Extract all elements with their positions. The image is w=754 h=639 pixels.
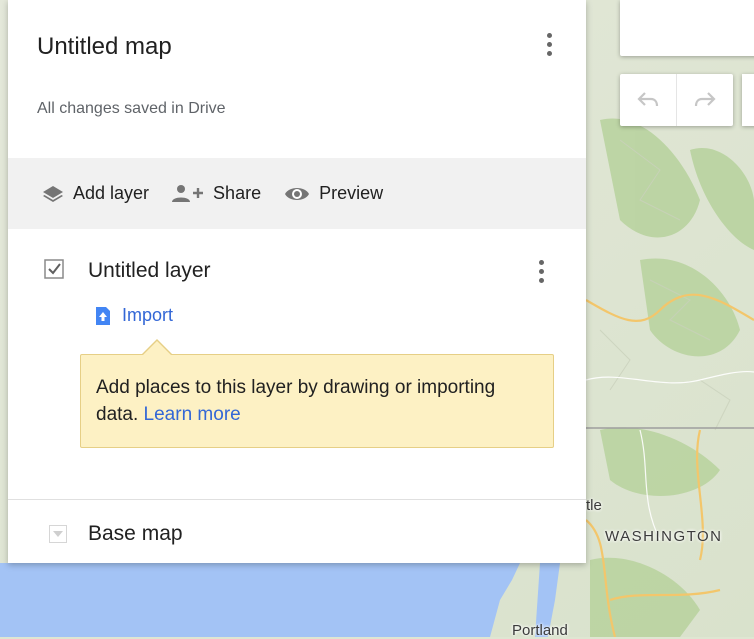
undo-button[interactable]: [620, 74, 676, 126]
tooltip-arrow-fill: [142, 341, 172, 356]
triangle-down-icon: [53, 531, 63, 537]
learn-more-link[interactable]: Learn more: [144, 404, 241, 425]
add-person-icon: [172, 184, 204, 202]
save-status: All changes saved in Drive: [37, 100, 226, 117]
share-label: Share: [213, 183, 262, 203]
add-layer-label: Add layer: [73, 183, 150, 203]
layers-icon: [43, 185, 63, 202]
map-city-label: tle: [586, 497, 602, 514]
map-side-panel: Untitled map All changes saved in Drive …: [8, 0, 586, 563]
redo-button[interactable]: [676, 74, 733, 126]
map-state-label: WASHINGTON: [605, 528, 723, 545]
undo-redo-controls: [620, 74, 733, 126]
share-button[interactable]: Share: [171, 183, 261, 204]
more-vert-icon-dot: [538, 268, 544, 274]
base-map-expand-toggle[interactable]: [49, 525, 67, 543]
more-vert-icon-dot: [546, 41, 552, 47]
file-upload-icon: [96, 306, 110, 325]
layer-section: Untitled layer Import Add places to this…: [8, 229, 586, 499]
layer-help-tooltip: Add places to this layer by drawing or i…: [80, 339, 554, 448]
import-label: Import: [122, 305, 174, 325]
base-map-label[interactable]: Base map: [88, 522, 183, 546]
panel-header: Untitled map All changes saved in Drive: [8, 0, 586, 158]
map-search-box[interactable]: [620, 0, 754, 56]
preview-button[interactable]: Preview: [283, 183, 383, 204]
layer-name[interactable]: Untitled layer: [88, 259, 211, 283]
more-vert-icon-dot: [546, 50, 552, 56]
map-title[interactable]: Untitled map: [37, 33, 172, 61]
undo-icon: [637, 92, 659, 107]
eye-icon: [285, 187, 310, 200]
base-map-row: Base map: [8, 500, 586, 562]
add-layer-button[interactable]: Add layer: [41, 183, 149, 204]
redo-icon: [694, 92, 716, 107]
layer-options-menu-button[interactable]: [529, 255, 553, 287]
more-vert-icon-dot: [538, 277, 544, 283]
panel-toolbar: Add layer Share Preview: [8, 158, 586, 229]
preview-label: Preview: [319, 183, 384, 203]
map-options-menu-button[interactable]: [537, 28, 561, 60]
map-city-label-portland: Portland: [512, 622, 568, 639]
import-link[interactable]: Import: [94, 305, 173, 326]
layer-visibility-checkbox[interactable]: [44, 259, 64, 279]
map-tool-button[interactable]: [742, 74, 754, 126]
more-vert-icon: [538, 259, 544, 265]
more-vert-icon: [546, 32, 552, 38]
